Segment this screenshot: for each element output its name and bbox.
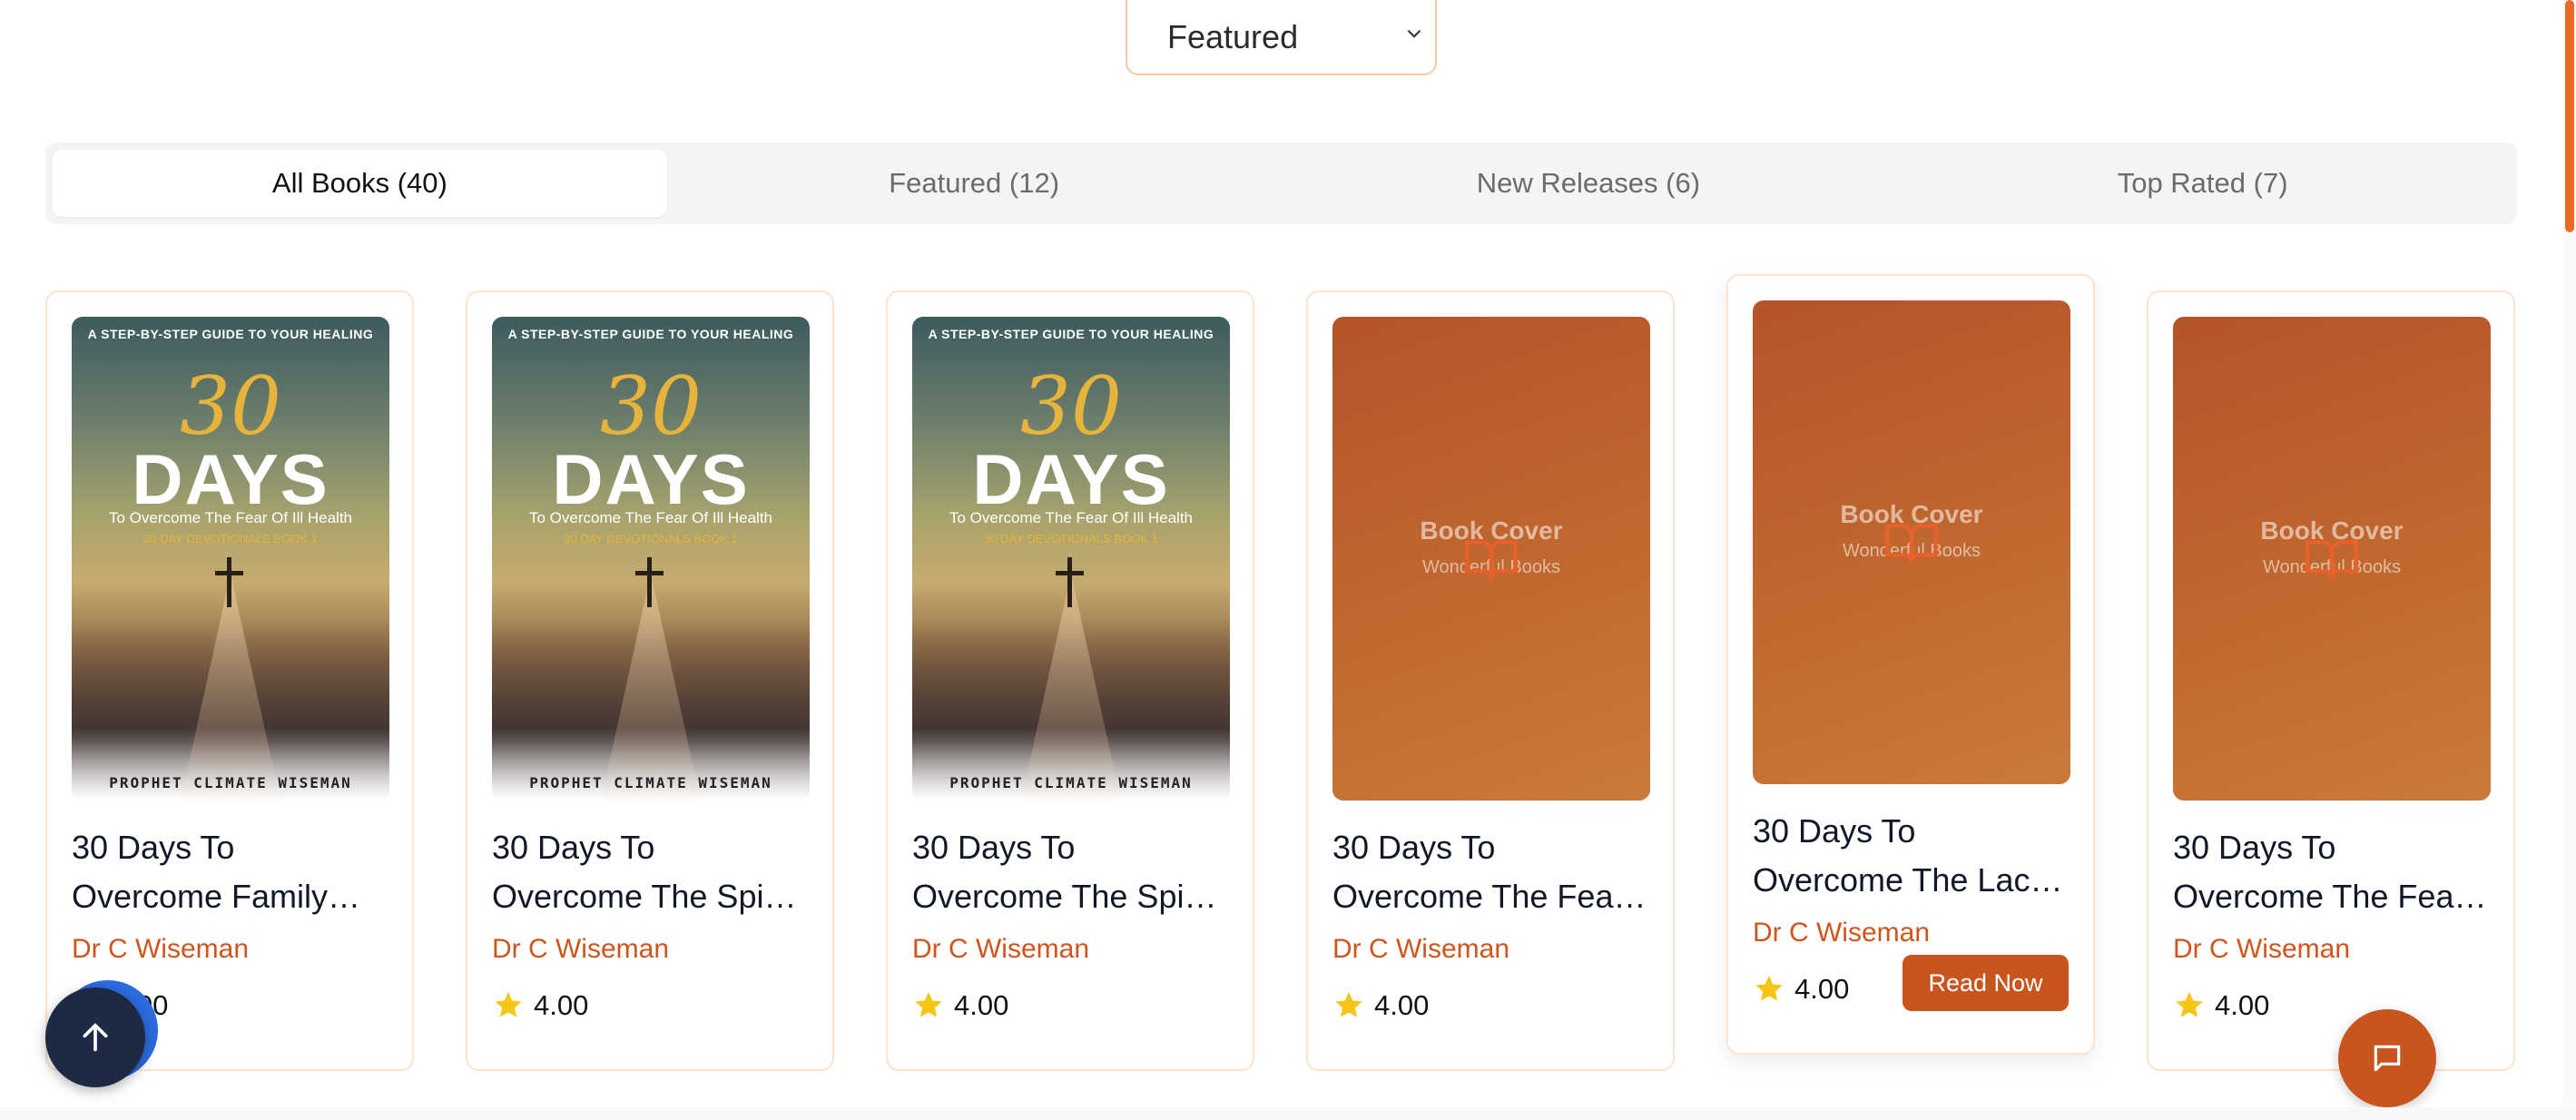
cross-icon (227, 557, 231, 607)
scroll-top-circle[interactable] (45, 987, 145, 1087)
star-icon (915, 992, 942, 1017)
rating-value: 4.00 (1794, 973, 1850, 1005)
cross-icon (1067, 557, 1072, 607)
cover-author: PROPHET CLIMATE WISEMAN (109, 774, 352, 791)
book-author[interactable]: Dr C Wiseman (1332, 934, 1509, 965)
book-card[interactable]: A STEP-BY-STEP GUIDE TO YOUR HEALING 30 … (45, 290, 414, 1071)
cover-tagline: A STEP-BY-STEP GUIDE TO YOUR HEALING (928, 327, 1214, 341)
book-cover-image[interactable]: A STEP-BY-STEP GUIDE TO YOUR HEALING 30 … (912, 317, 1230, 801)
cover-subtitle: To Overcome The Fear Of Ill Health (108, 509, 352, 526)
cover-tagline: A STEP-BY-STEP GUIDE TO YOUR HEALING (87, 327, 374, 341)
cover-tagline: A STEP-BY-STEP GUIDE TO YOUR HEALING (507, 327, 794, 341)
cover-author: PROPHET CLIMATE WISEMAN (529, 774, 772, 791)
book-title[interactable]: 30 Days To Overcome The Spi… (492, 823, 814, 921)
cover-subtitle: To Overcome The Fear Of Ill Health (949, 509, 1193, 526)
tab-top-rated[interactable]: Top Rated (7) (1895, 150, 2510, 217)
chat-button[interactable] (2338, 1009, 2436, 1107)
book-rating: 4.00 (912, 989, 1008, 1022)
cover-number: 30 (1020, 359, 1122, 453)
cross-icon (647, 557, 652, 607)
cover-series: 30 DAY DEVOTIONALS BOOK 1 (143, 532, 318, 545)
book-cover-placeholder[interactable]: Book Cover Wonderful Books (1332, 317, 1650, 801)
rating-value: 4.00 (954, 989, 1009, 1021)
cover-series: 30 DAY DEVOTIONALS BOOK 1 (984, 532, 1158, 545)
book-cover-placeholder[interactable]: Book Cover Wonderful Books (1753, 300, 2070, 784)
sort-select[interactable]: Featured (1126, 0, 1437, 75)
chevron-down-icon (1407, 29, 1421, 38)
book-card[interactable]: A STEP-BY-STEP GUIDE TO YOUR HEALING 30 … (466, 290, 834, 1071)
section-divider (0, 1107, 2576, 1120)
tab-featured[interactable]: Featured (12) (667, 150, 1282, 217)
book-rating: 4.00 (1332, 989, 1429, 1022)
book-title[interactable]: 30 Days To Overcome The Lac… (1753, 807, 2075, 905)
cover-number: 30 (180, 359, 281, 453)
book-cover-placeholder[interactable]: Book Cover Wonderful Books (2173, 317, 2491, 801)
read-now-button[interactable]: Read Now (1903, 955, 2069, 1011)
scrollbar-thumb[interactable] (2565, 0, 2574, 232)
book-card[interactable]: Book Cover Wonderful Books 30 Days To Ov… (2147, 290, 2515, 1071)
book-rating: 4.00 (2173, 989, 2269, 1022)
book-cover-image[interactable]: A STEP-BY-STEP GUIDE TO YOUR HEALING 30 … (72, 317, 389, 801)
book-author[interactable]: Dr C Wiseman (492, 934, 669, 965)
star-icon (2176, 992, 2203, 1017)
book-author[interactable]: Dr C Wiseman (912, 934, 1089, 965)
cover-series: 30 DAY DEVOTIONALS BOOK 1 (564, 532, 738, 545)
cover-author: PROPHET CLIMATE WISEMAN (949, 774, 1193, 791)
cover-days: DAYS (132, 439, 329, 519)
star-icon (1335, 992, 1362, 1017)
book-author[interactable]: Dr C Wiseman (2173, 934, 2350, 965)
rating-value: 4.00 (534, 989, 589, 1021)
book-card[interactable]: A STEP-BY-STEP GUIDE TO YOUR HEALING 30 … (886, 290, 1254, 1071)
book-open-icon (1885, 524, 1938, 563)
tab-new-releases[interactable]: New Releases (6) (1282, 150, 1896, 217)
sort-select-value: Featured (1167, 17, 1299, 55)
page-scrollbar[interactable] (2563, 0, 2576, 1120)
book-cover-image[interactable]: A STEP-BY-STEP GUIDE TO YOUR HEALING 30 … (492, 317, 810, 801)
rating-value: 4.00 (1374, 989, 1430, 1021)
book-author[interactable]: Dr C Wiseman (72, 934, 249, 965)
page: Featured All Books (40) Featured (12) Ne… (0, 0, 2576, 1120)
book-title[interactable]: 30 Days To Overcome Family… (72, 823, 394, 921)
star-icon (495, 992, 522, 1017)
cover-subtitle: To Overcome The Fear Of Ill Health (528, 509, 772, 526)
book-open-icon (1465, 540, 1518, 579)
rating-value: 4.00 (2215, 989, 2270, 1021)
star-icon (1755, 976, 1783, 1001)
cover-days: DAYS (972, 439, 1170, 519)
book-card[interactable]: Book Cover Wonderful Books 30 Days To Ov… (1306, 290, 1675, 1071)
cover-days: DAYS (552, 439, 750, 519)
tab-all-books[interactable]: All Books (40) (53, 150, 667, 217)
chat-bubble-icon (2374, 1045, 2401, 1072)
book-title[interactable]: 30 Days To Overcome The Fea… (2173, 823, 2495, 921)
book-author[interactable]: Dr C Wiseman (1753, 918, 1930, 948)
book-rating: 4.00 (1753, 973, 1849, 1006)
book-open-icon (2306, 540, 2358, 579)
arrow-up-icon (83, 1023, 108, 1052)
book-title[interactable]: 30 Days To Overcome The Fea… (1332, 823, 1655, 921)
book-title[interactable]: 30 Days To Overcome The Spi… (912, 823, 1234, 921)
book-card[interactable]: Book Cover Wonderful Books 30 Days To Ov… (1726, 274, 2095, 1055)
book-rating: 4.00 (492, 989, 588, 1022)
cover-number: 30 (600, 359, 702, 453)
book-filter-tabs: All Books (40) Featured (12) New Release… (45, 142, 2517, 224)
scroll-to-top-button[interactable] (45, 980, 158, 1093)
